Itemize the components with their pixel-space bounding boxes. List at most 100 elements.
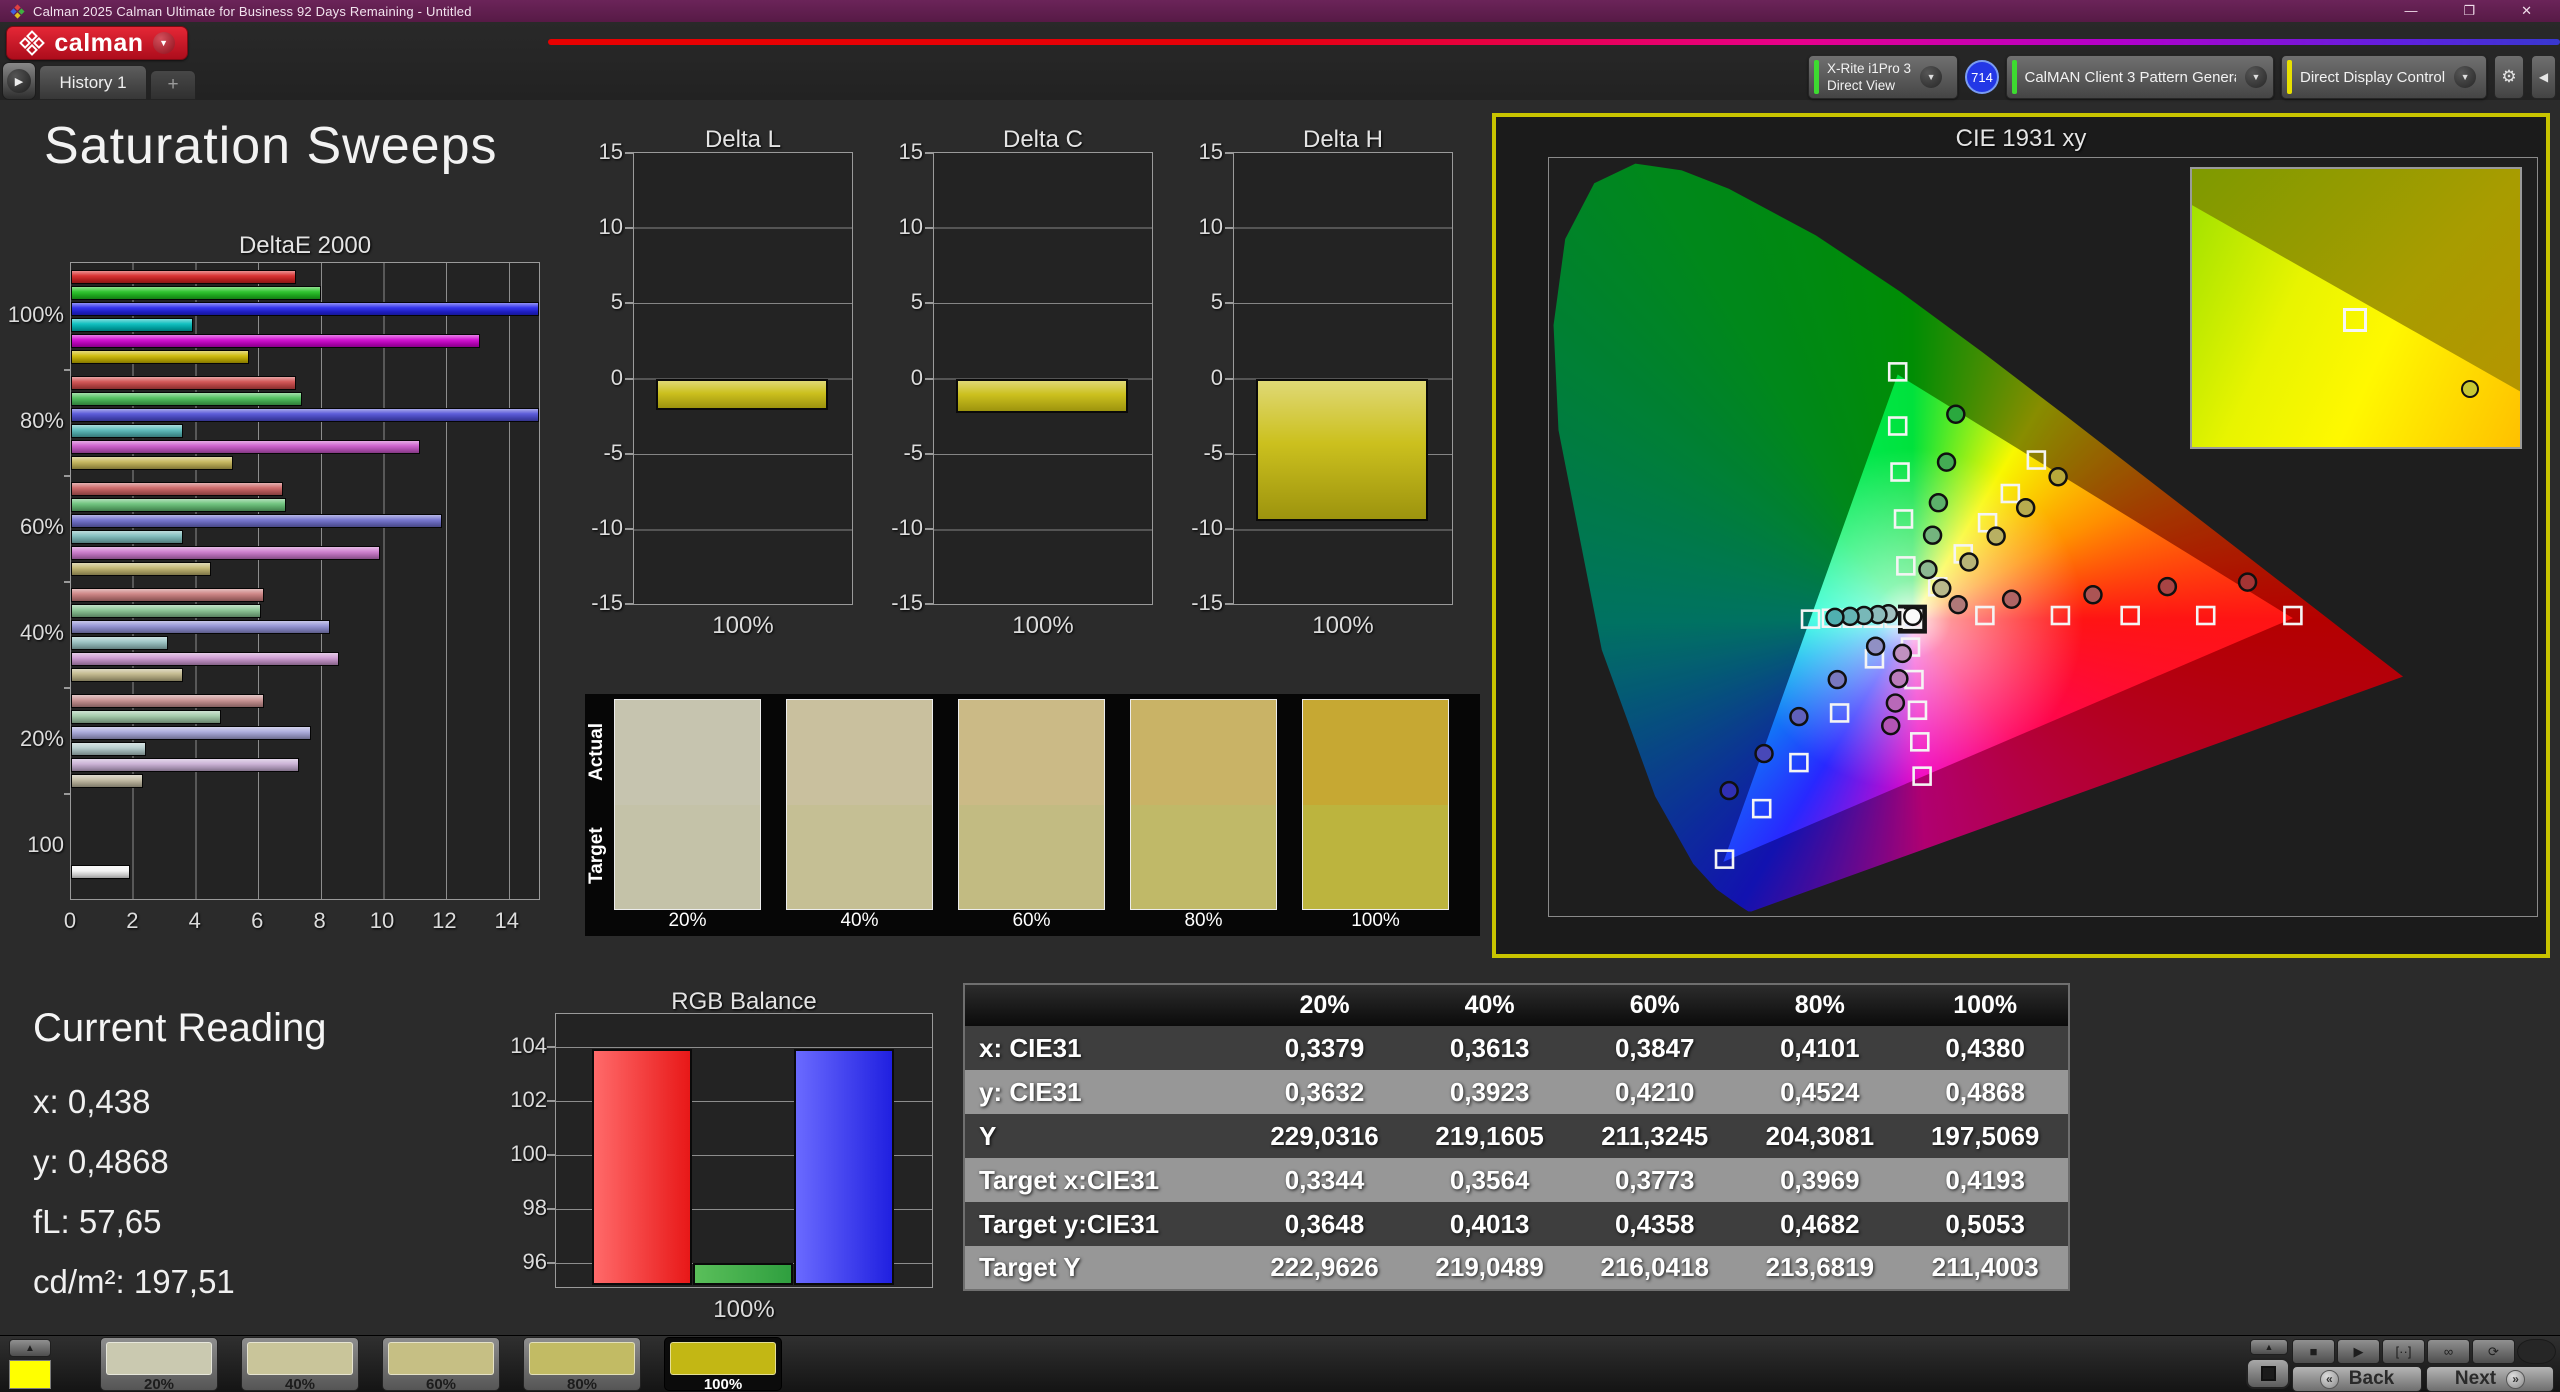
actual-target-swatch-panel: Actual Target 20%40%60%80%100% [585,694,1480,936]
pattern-swatch-button-20%[interactable]: 20% [100,1337,218,1391]
single-measure-button[interactable] [2246,1358,2290,1389]
meter-status-indicator [1814,60,1819,94]
meter-label: X-Rite i1Pro 3Direct View [1827,60,1911,94]
app-icon [10,4,25,19]
table-cell: 0,3632 [1242,1070,1407,1114]
delta-c-chart [933,152,1153,605]
axis-tick [925,152,933,154]
table-cell: 0,4210 [1572,1070,1737,1114]
loop-button[interactable]: ∞ [2427,1339,2470,1364]
next-button[interactable]: Next » [2426,1366,2554,1392]
refresh-button[interactable]: ⟳ [2472,1339,2515,1364]
cie-inset-target-square [2343,308,2367,332]
pattern-swatch-color [670,1342,776,1375]
back-label: Back [2349,1368,2394,1390]
axis-tick [547,1046,555,1048]
swatch-40% [786,699,933,910]
brand-text: calman [54,29,143,58]
cie-target-magenta-targets [1914,768,1931,785]
pattern-swatch-color [529,1342,635,1375]
cie-target-yellow-targets [2002,485,2019,502]
axis-tick [547,1208,555,1210]
rgb-gridline [556,1047,932,1048]
axis-tick [1225,302,1233,304]
table-cell: 219,0489 [1407,1246,1572,1290]
current-pattern-swatch[interactable] [9,1360,51,1389]
swatch-actual-100% [1303,700,1448,805]
delta_h-ytick-label: 0 [1173,365,1223,391]
pattern-panel-expand-button[interactable]: ▲ [9,1339,51,1357]
table-column-header [964,984,1242,1026]
stop-button[interactable]: ■ [2292,1339,2335,1364]
deltae-chart-title: DeltaE 2000 [70,232,540,260]
pattern-swatch-label: 80% [524,1376,640,1392]
table-row: y: CIE310,36320,39230,42100,45240,4868 [964,1070,2069,1114]
cie-measured-yellow-measured [2017,499,2034,516]
settings-button[interactable]: ⚙ [2494,55,2524,99]
deltae-bar-100%-magenta [71,334,480,348]
source-dropdown[interactable]: CalMAN Client 3 Pattern Generator ▼ [2006,55,2274,99]
cie-target-green-targets [1889,363,1906,380]
minimize-button[interactable]: — [2404,0,2417,22]
delta_h-bar [1256,379,1428,522]
delta_h-ytick-label: 15 [1173,139,1223,165]
tab-history-1[interactable]: History 1 [39,65,147,100]
delta_c-ytick-label: 5 [873,289,923,315]
swatch-actual-60% [959,700,1104,805]
table-cell: 229,0316 [1242,1114,1407,1158]
delta_h-ytick-label: -15 [1173,590,1223,616]
pattern-swatch-button-60%[interactable]: 60% [382,1337,500,1391]
table-cell: 216,0418 [1572,1246,1737,1290]
cie-measured-green-measured [1919,561,1936,578]
pattern-swatch-button-100%[interactable]: 100% [664,1337,782,1391]
table-row-label: Y [964,1114,1242,1158]
delta-l-title: Delta L [633,126,853,154]
axis-tick [925,453,933,455]
deltae-bar-60%-yellow [71,562,211,576]
deltae-bar-60%-cyan [71,530,183,544]
rgb-bar-green [693,1263,793,1285]
collapse-panel-button[interactable]: ◀ [2531,55,2556,99]
rgb-ytick-label: 100 [501,1141,547,1167]
calman-menu-button[interactable]: calman ▼ [6,26,188,60]
pattern-swatch-label: 40% [242,1376,358,1392]
rgb-balance-chart [555,1013,933,1288]
play-button[interactable]: ▶ [2337,1339,2380,1364]
maximize-button[interactable]: ❐ [2463,0,2475,22]
deltae-bar-100%-red [71,270,296,284]
table-cell: 0,4193 [1902,1158,2069,1202]
cie-target-magenta-targets [1909,702,1926,719]
delta_c-ytick-label: -5 [873,440,923,466]
transport-panel-expand-button[interactable]: ▲ [2250,1339,2288,1355]
device-bar: X-Rite i1Pro 3Direct View ▼ 714 CalMAN C… [1808,54,2556,100]
rgb-ytick-label: 98 [501,1195,547,1221]
add-tab-button[interactable]: + [150,70,196,100]
display-control-dropdown[interactable]: Direct Display Control ▼ [2281,55,2487,99]
close-button[interactable]: ✕ [2521,0,2532,22]
deltae-chart [70,262,540,900]
deltae-bar-20%-blue [71,726,311,740]
deltae-bar-40%-cyan [71,636,168,650]
delta_h-ytick-label: -10 [1173,515,1223,541]
pattern-swatch-button-80%[interactable]: 80% [523,1337,641,1391]
back-arrow-icon: « [2320,1370,2339,1389]
axis-tick [64,793,71,795]
table-column-header: 100% [1902,984,2069,1026]
meter-count-badge[interactable]: 714 [1965,60,1999,94]
table-cell: 213,6819 [1737,1246,1902,1290]
pattern-swatch-button-40%[interactable]: 40% [241,1337,359,1391]
back-button[interactable]: « Back [2292,1366,2422,1392]
table-cell: 0,3969 [1737,1158,1902,1202]
meter-dropdown[interactable]: X-Rite i1Pro 3Direct View ▼ [1808,55,1958,99]
series-button[interactable]: [··] [2382,1339,2425,1364]
deltae-bar-100-red [71,865,130,879]
cie-measured-magenta-measured [1887,695,1904,712]
swatch-label: 20% [614,910,761,932]
gear-icon: ⚙ [2501,67,2516,87]
deltae-bar-20%-yellow [71,774,143,788]
tab-scroll-button[interactable]: ▶ [2,62,36,100]
record-button-disabled[interactable] [2517,1339,2556,1364]
swatch-target-40% [787,805,932,910]
cie-target-red-targets [2284,607,2301,624]
delta_h-ytick-label: -5 [1173,440,1223,466]
